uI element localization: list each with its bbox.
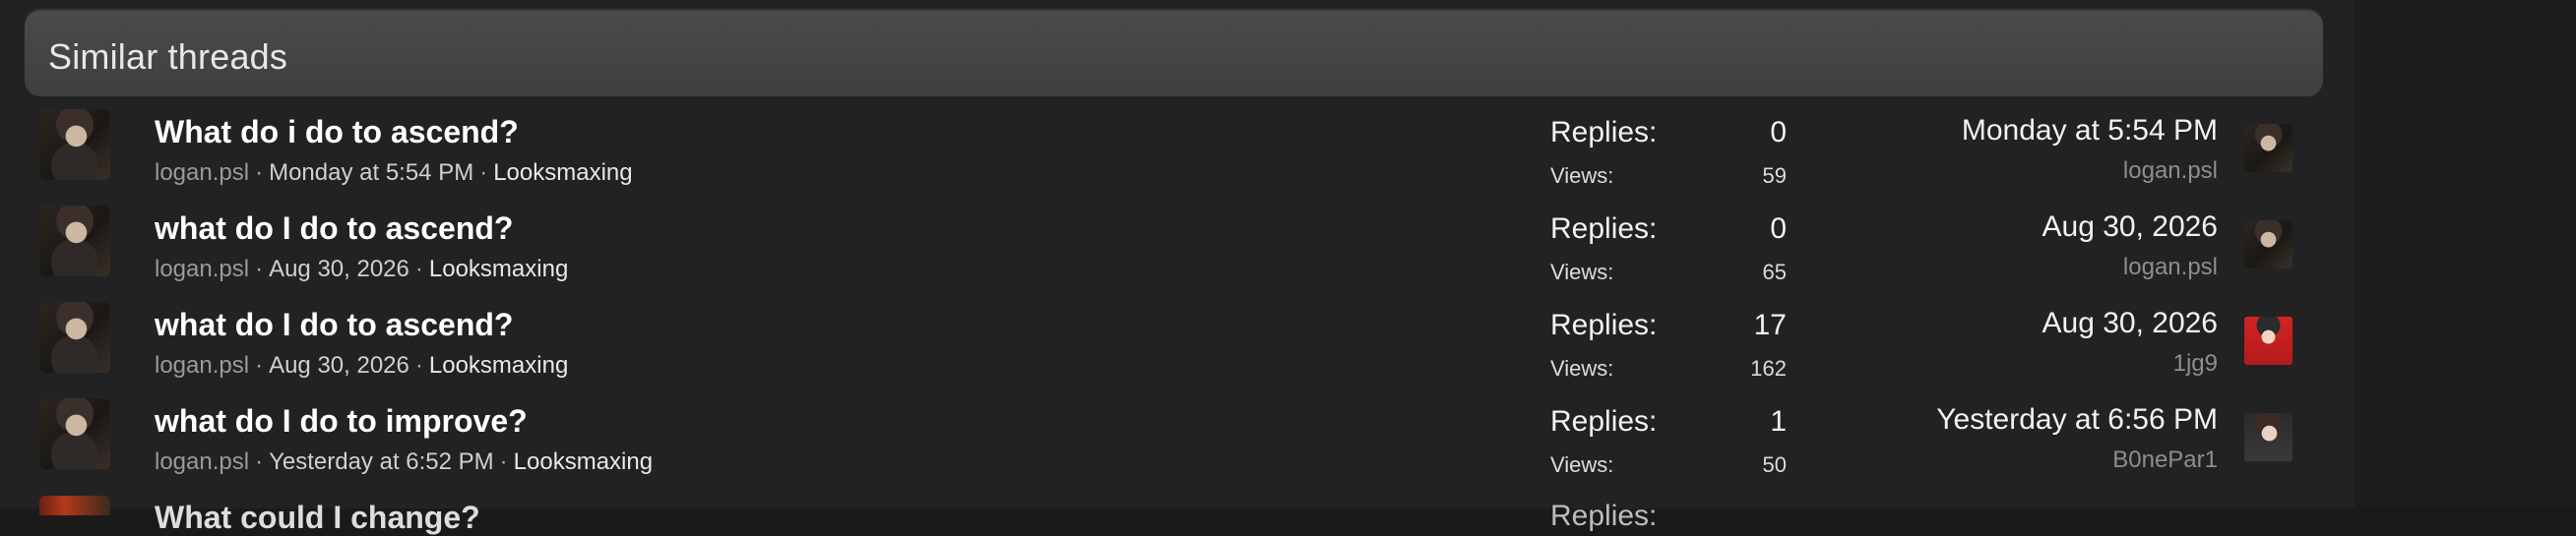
thread-stats: Replies: 1 Views: 50	[1550, 405, 1787, 484]
views-label: Views:	[1550, 356, 1614, 381]
author-avatar[interactable]	[39, 496, 110, 515]
thread-meta: logan.psl · Yesterday at 6:52 PM · Looksmaxi…	[155, 448, 653, 476]
views-label: Views:	[1550, 452, 1614, 477]
replies-label: Replies:	[1550, 212, 1658, 245]
last-post-avatar[interactable]	[2244, 317, 2293, 365]
logan-avatar-icon	[2244, 220, 2293, 268]
last-post-user[interactable]: logan.psl	[1804, 157, 2218, 185]
logan-avatar-icon	[39, 302, 110, 373]
last-post: Monday at 5:54 PM logan.psl	[1804, 114, 2218, 185]
meta-separator: ·	[255, 159, 264, 186]
last-post: Aug 30, 2026 logan.psl	[1804, 210, 2219, 281]
last-post-avatar[interactable]	[2244, 220, 2293, 268]
thread-row[interactable]: what do I do to ascend? logan.psl · Aug 30…	[0, 299, 2355, 395]
replies-label: Replies:	[1550, 500, 1658, 532]
thread-forum-link[interactable]: Looksmaxing	[429, 352, 568, 379]
last-post-date[interactable]: Aug 30, 2026	[1804, 210, 2219, 244]
views-label: Views:	[1550, 260, 1614, 284]
thread-row[interactable]: what do I do to improve? logan.psl · Yeste…	[0, 395, 2355, 492]
last-post-date[interactable]: Monday at 5:54 PM	[1804, 114, 2218, 148]
thread-title-link[interactable]: what do I do to ascend?	[155, 307, 513, 343]
1jg9-avatar-icon	[2244, 317, 2293, 365]
thread-author-link[interactable]: logan.psl	[155, 256, 249, 282]
header-title: Similar threads	[48, 36, 288, 77]
thread-author-link[interactable]: logan.psl	[155, 448, 249, 475]
thread-stats: Replies: 0 Views: 59	[1550, 116, 1787, 195]
logan-avatar-icon	[39, 206, 110, 276]
author-avatar[interactable]	[39, 302, 110, 373]
last-post-user[interactable]: logan.psl	[1804, 254, 2218, 281]
logan-avatar-icon	[2244, 124, 2293, 172]
thread-forum-link[interactable]: Looksmaxing	[429, 256, 568, 282]
right-gutter	[2355, 0, 2576, 508]
replies-label: Replies:	[1550, 309, 1658, 341]
thread-row-partial[interactable]: What could I change? Replies:	[0, 492, 2355, 535]
b0nepar1-avatar-icon	[2244, 413, 2293, 461]
thread-stats: Replies: 17 Views: 162	[1550, 309, 1787, 387]
views-count: 65	[1762, 260, 1787, 284]
replies-count: 17	[1753, 309, 1787, 341]
thread-meta: logan.psl · Monday at 5:54 PM · Looksmaxing	[155, 159, 633, 187]
last-post: Yesterday at 6:56 PM B0nePar1	[1804, 403, 2218, 474]
thread-title-link[interactable]: What could I change?	[155, 500, 480, 536]
replies-count: 1	[1770, 405, 1787, 438]
replies-count: 0	[1770, 212, 1787, 245]
meta-separator: ·	[414, 352, 423, 379]
meta-separator: ·	[479, 159, 488, 186]
thread-start-date[interactable]: Aug 30, 2026	[269, 256, 409, 282]
author-avatar[interactable]	[39, 206, 110, 276]
thread-title-link[interactable]: what do I do to ascend?	[155, 210, 513, 247]
replies-label: Replies:	[1550, 116, 1658, 149]
thread-row[interactable]: what do I do to ascend? logan.psl · Aug 30…	[0, 203, 2355, 299]
thread-stats: Replies: 0 Views: 65	[1550, 212, 1787, 291]
logan-avatar-icon	[39, 109, 110, 180]
thread-title-link[interactable]: what do I do to improve?	[155, 403, 528, 440]
similar-threads-panel: Similar threads What do i do to ascend? …	[0, 0, 2355, 535]
last-post-avatar[interactable]	[2244, 124, 2293, 172]
thread-start-date[interactable]: Monday at 5:54 PM	[269, 159, 473, 186]
author-avatar[interactable]	[39, 398, 110, 469]
replies-label: Replies:	[1550, 405, 1658, 438]
thread-list: What do i do to ascend? logan.psl · Monday…	[0, 106, 2355, 535]
thread-meta: logan.psl · Aug 30, 2026 · Looksmaxing	[155, 352, 568, 380]
thread-forum-link[interactable]: Looksmaxing	[493, 159, 632, 186]
thread-author-link[interactable]: logan.psl	[155, 159, 249, 186]
last-post-date[interactable]: Yesterday at 6:56 PM	[1804, 403, 2218, 437]
logan-avatar-icon	[39, 398, 110, 469]
meta-separator: ·	[255, 352, 264, 379]
last-post-avatar[interactable]	[2244, 413, 2293, 461]
last-post-user[interactable]: 1jg9	[1804, 350, 2218, 378]
meta-separator: ·	[255, 256, 264, 282]
views-label: Views:	[1550, 163, 1614, 188]
thread-meta: logan.psl · Aug 30, 2026 · Looksmaxing	[155, 256, 568, 283]
similar-threads-header: Similar threads	[25, 9, 2323, 96]
meta-separator: ·	[499, 448, 508, 475]
thread-start-date[interactable]: Yesterday at 6:52 PM	[269, 448, 494, 475]
thread-row[interactable]: What do i do to ascend? logan.psl · Monday…	[0, 106, 2355, 203]
views-count: 162	[1750, 356, 1787, 381]
thread-author-link[interactable]: logan.psl	[155, 352, 249, 379]
meta-separator: ·	[414, 256, 423, 282]
replies-count: 0	[1770, 116, 1787, 149]
views-count: 59	[1762, 163, 1787, 188]
meta-separator: ·	[255, 448, 264, 475]
last-post-user[interactable]: B0nePar1	[1804, 447, 2218, 474]
thread-forum-link[interactable]: Looksmaxing	[514, 448, 653, 475]
views-count: 50	[1762, 452, 1787, 477]
last-post: Aug 30, 2026 1jg9	[1804, 307, 2219, 378]
thread-start-date[interactable]: Aug 30, 2026	[269, 352, 409, 379]
last-post-date[interactable]: Aug 30, 2026	[1804, 307, 2219, 340]
thread-title-link[interactable]: What do i do to ascend?	[155, 114, 519, 150]
author-avatar[interactable]	[39, 109, 110, 180]
